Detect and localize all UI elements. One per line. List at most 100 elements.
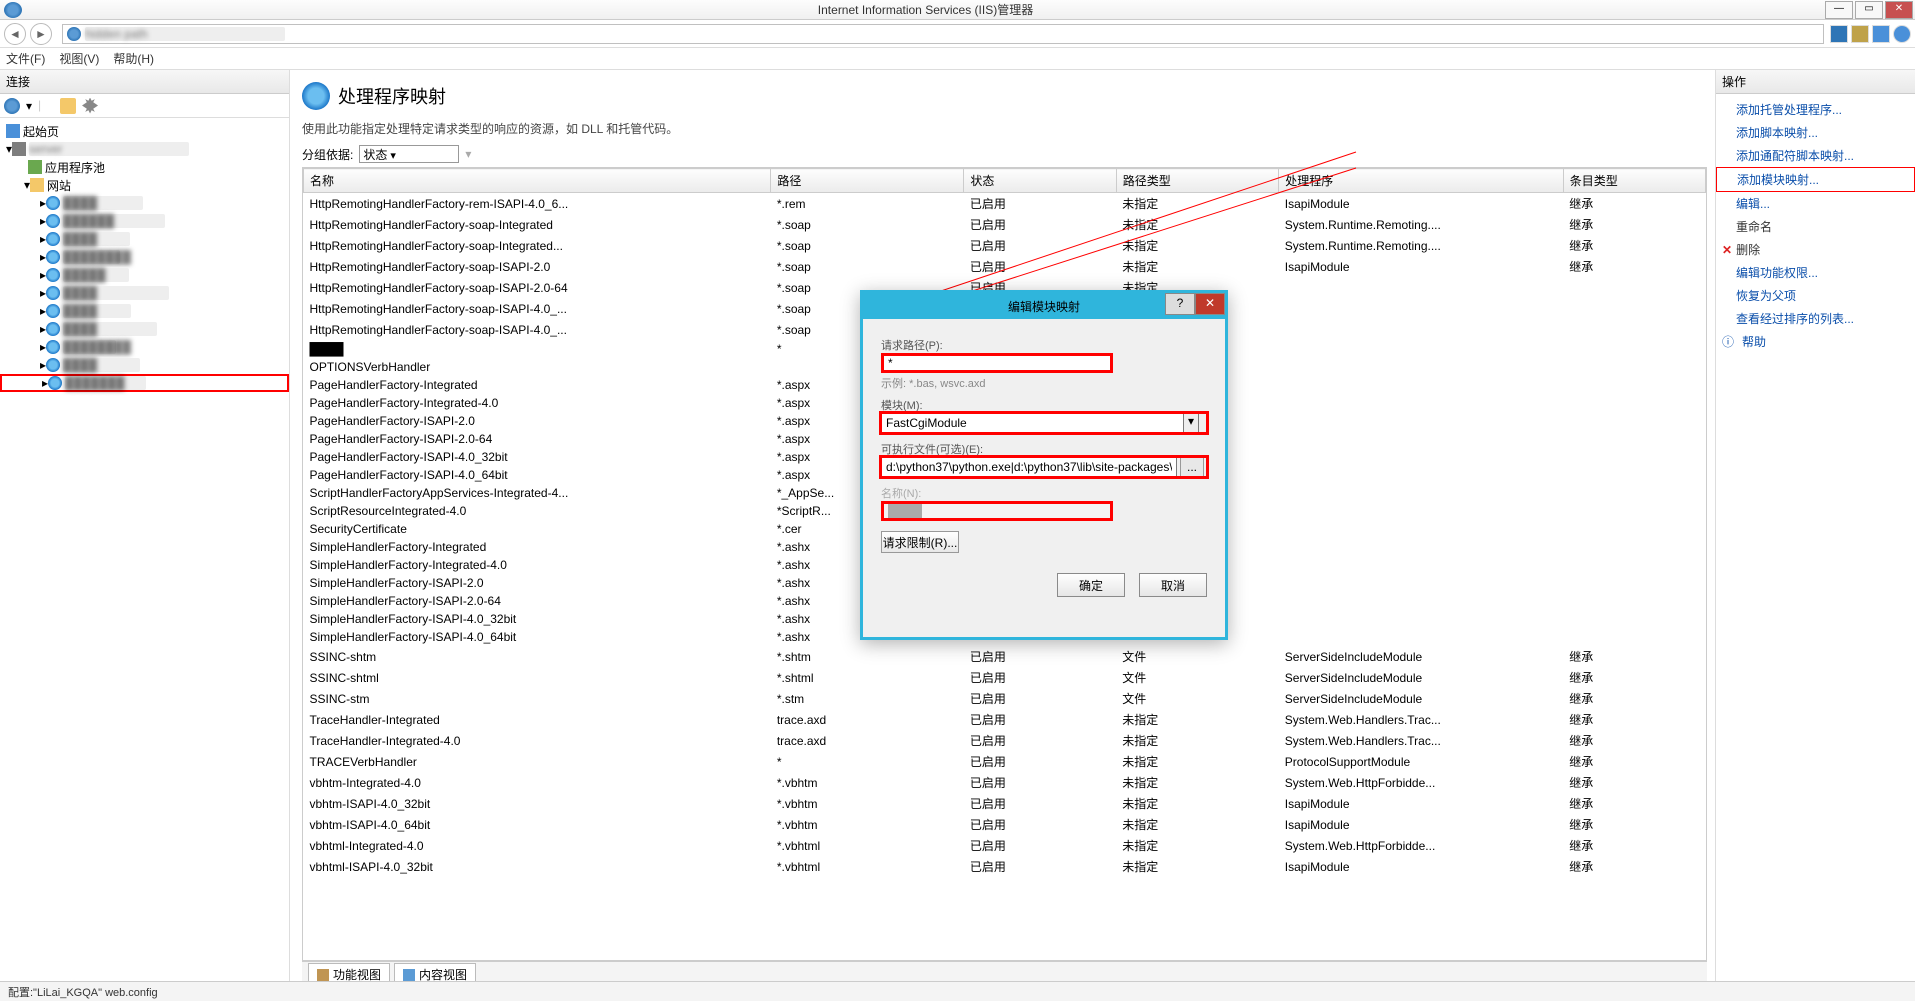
help-icon[interactable] <box>1893 25 1911 43</box>
browse-button[interactable]: ... <box>1180 457 1204 477</box>
tree-start-page[interactable]: 起始页 <box>0 122 289 140</box>
close-button[interactable]: ✕ <box>1885 1 1913 19</box>
tool-icon[interactable] <box>1830 25 1848 43</box>
tree-site-item[interactable]: ▸ ████ <box>0 194 289 212</box>
table-row[interactable]: TraceHandler-Integratedtrace.axd已启用未指定Sy… <box>304 709 1706 730</box>
action-help[interactable]: ⓘ帮助 <box>1716 330 1915 353</box>
dialog-close-button[interactable]: ✕ <box>1195 293 1225 315</box>
action-add-script[interactable]: 添加脚本映射... <box>1716 121 1915 144</box>
tree-sites[interactable]: ▾ 网站 <box>0 176 289 194</box>
tree-server[interactable]: ▾ server <box>0 140 289 158</box>
action-view-ordered[interactable]: 查看经过排序的列表... <box>1716 307 1915 330</box>
action-rename[interactable]: 重命名 <box>1716 215 1915 238</box>
request-restrictions-button[interactable]: 请求限制(R)... <box>881 531 959 553</box>
ok-button[interactable]: 确定 <box>1057 573 1125 597</box>
globe-icon <box>46 286 60 300</box>
col-handler[interactable]: 处理程序 <box>1279 169 1563 193</box>
site-label: ███████ <box>65 376 146 390</box>
col-path[interactable]: 路径 <box>771 169 964 193</box>
cell: 未指定 <box>1116 730 1279 751</box>
action-revert[interactable]: 恢复为父项 <box>1716 284 1915 307</box>
tree-site-item[interactable]: ▸ ████ <box>0 356 289 374</box>
col-status[interactable]: 状态 <box>964 169 1116 193</box>
connection-tree[interactable]: 起始页 ▾ server 应用程序池 ▾ 网站 ▸ ████▸ ██████▸ … <box>0 118 289 987</box>
table-row[interactable]: HttpRemotingHandlerFactory-rem-ISAPI-4.0… <box>304 193 1706 215</box>
table-row[interactable]: SSINC-shtml*.shtml已启用文件ServerSideInclude… <box>304 667 1706 688</box>
cell: System.Web.Handlers.Trac... <box>1279 709 1563 730</box>
dialog-titlebar[interactable]: 编辑模块映射 ? ✕ <box>863 293 1225 319</box>
cell: 未指定 <box>1116 793 1279 814</box>
address-input[interactable]: hidden path <box>62 24 1824 44</box>
table-row[interactable]: TraceHandler-Integrated-4.0trace.axd已启用未… <box>304 730 1706 751</box>
col-name[interactable]: 名称 <box>304 169 771 193</box>
settings-icon[interactable] <box>82 98 98 114</box>
tree-app-pools[interactable]: 应用程序池 <box>0 158 289 176</box>
site-label: ██████ <box>63 214 165 228</box>
back-button[interactable]: ◄ <box>4 23 26 45</box>
col-entry-type[interactable]: 条目类型 <box>1563 169 1705 193</box>
dialog-help-button[interactable]: ? <box>1165 293 1195 315</box>
cell: HttpRemotingHandlerFactory-soap-Integrat… <box>304 235 771 256</box>
action-add-module[interactable]: 添加模块映射... <box>1716 167 1915 192</box>
cell <box>1563 298 1705 319</box>
window-title: Internet Information Services (IIS)管理器 <box>26 1 1825 18</box>
col-path-type[interactable]: 路径类型 <box>1116 169 1279 193</box>
tree-site-item[interactable]: ▸ ██████ <box>0 212 289 230</box>
tree-site-item[interactable]: ▸ ████ <box>0 320 289 338</box>
request-path-input[interactable] <box>881 353 1113 373</box>
maximize-button[interactable]: ▭ <box>1855 1 1883 19</box>
table-row[interactable]: vbhtml-ISAPI-4.0_32bit*.vbhtml已启用未指定Isap… <box>304 856 1706 877</box>
menu-view[interactable]: 视图(V) <box>59 50 99 67</box>
menu-help[interactable]: 帮助(H) <box>113 50 154 67</box>
menu-file[interactable]: 文件(F) <box>6 50 45 67</box>
connect-icon[interactable] <box>4 98 20 114</box>
tool-icon[interactable] <box>1872 25 1890 43</box>
cell: IsapiModule <box>1279 814 1563 835</box>
tree-site-item[interactable]: ▸ ████ <box>0 230 289 248</box>
cell: SecurityCertificate <box>304 520 771 538</box>
table-row[interactable]: HttpRemotingHandlerFactory-soap-Integrat… <box>304 235 1706 256</box>
cell: 已启用 <box>964 751 1116 772</box>
tree-site-item[interactable]: ▸ ███████ <box>0 374 289 392</box>
save-icon[interactable] <box>60 98 76 114</box>
executable-input[interactable] <box>881 457 1177 477</box>
module-select[interactable] <box>881 413 1183 433</box>
minimize-button[interactable]: — <box>1825 1 1853 19</box>
cell: 已启用 <box>964 235 1116 256</box>
name-input[interactable] <box>881 501 1113 521</box>
cell: 继承 <box>1563 193 1705 215</box>
module-dropdown-icon[interactable]: ▾ <box>1183 413 1199 433</box>
tree-site-item[interactable]: ▸ ████████ <box>0 338 289 356</box>
cell: System.Web.Handlers.Trac... <box>1279 730 1563 751</box>
table-row[interactable]: HttpRemotingHandlerFactory-soap-ISAPI-2.… <box>304 256 1706 277</box>
action-add-wildcard[interactable]: 添加通配符脚本映射... <box>1716 144 1915 167</box>
tree-site-item[interactable]: ▸ ████████ <box>0 248 289 266</box>
table-row[interactable]: vbhtml-Integrated-4.0*.vbhtml已启用未指定Syste… <box>304 835 1706 856</box>
tool-icon[interactable] <box>1851 25 1869 43</box>
tree-site-item[interactable]: ▸ ████ <box>0 302 289 320</box>
action-edit[interactable]: 编辑... <box>1716 192 1915 215</box>
group-by-select[interactable]: 状态 ▾ <box>359 145 459 163</box>
cell: 继承 <box>1563 793 1705 814</box>
cancel-button[interactable]: 取消 <box>1139 573 1207 597</box>
cell <box>1563 319 1705 340</box>
table-row[interactable]: SSINC-shtm*.shtm已启用文件ServerSideIncludeMo… <box>304 646 1706 667</box>
action-edit-permissions[interactable]: 编辑功能权限... <box>1716 261 1915 284</box>
titlebar: Internet Information Services (IIS)管理器 —… <box>0 0 1915 20</box>
table-row[interactable]: vbhtm-ISAPI-4.0_64bit*.vbhtm已启用未指定IsapiM… <box>304 814 1706 835</box>
action-delete[interactable]: ✕删除 <box>1716 238 1915 261</box>
table-row[interactable]: HttpRemotingHandlerFactory-soap-Integrat… <box>304 214 1706 235</box>
req-path-hint: 示例: *.bas, wsvc.axd <box>881 375 1207 391</box>
cell: 继承 <box>1563 214 1705 235</box>
table-row[interactable]: vbhtm-Integrated-4.0*.vbhtm已启用未指定System.… <box>304 772 1706 793</box>
table-row[interactable]: TRACEVerbHandler*已启用未指定ProtocolSupportMo… <box>304 751 1706 772</box>
tree-site-item[interactable]: ▸ █████ <box>0 266 289 284</box>
action-add-managed[interactable]: 添加托管处理程序... <box>1716 98 1915 121</box>
tree-site-item[interactable]: ▸ ████ <box>0 284 289 302</box>
table-row[interactable]: SSINC-stm*.stm已启用文件ServerSideIncludeModu… <box>304 688 1706 709</box>
forward-button[interactable]: ► <box>30 23 52 45</box>
cell: 继承 <box>1563 772 1705 793</box>
cell: IsapiModule <box>1279 193 1563 215</box>
table-row[interactable]: vbhtm-ISAPI-4.0_32bit*.vbhtm已启用未指定IsapiM… <box>304 793 1706 814</box>
cell <box>1279 520 1563 538</box>
